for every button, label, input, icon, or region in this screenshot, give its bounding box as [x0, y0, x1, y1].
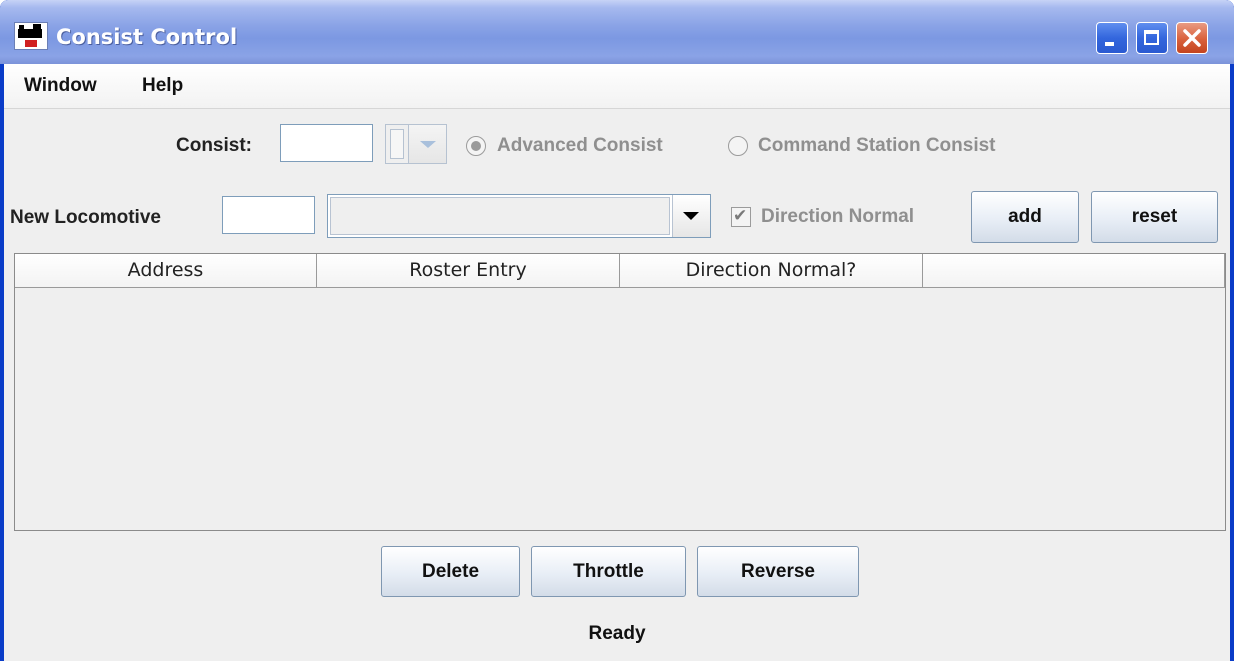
direction-normal-label: Direction Normal	[761, 206, 915, 227]
roster-dropdown-arrow[interactable]	[672, 195, 710, 237]
title-bar[interactable]: Consist Control	[0, 0, 1234, 64]
column-header-direction-normal[interactable]: Direction Normal?	[620, 254, 923, 287]
menu-bar: Window Help	[4, 64, 1230, 109]
menu-window[interactable]: Window	[24, 74, 97, 98]
consist-selector-arrow[interactable]	[408, 125, 446, 163]
command-station-consist-radio[interactable]	[728, 136, 748, 156]
menu-help[interactable]: Help	[142, 74, 183, 98]
new-locomotive-label: New Locomotive	[10, 207, 161, 228]
checkmark-icon: ✔	[733, 206, 748, 226]
command-station-consist-label: Command Station Consist	[758, 135, 996, 156]
consist-selector-dropdown[interactable]	[385, 124, 447, 164]
reset-button[interactable]: reset	[1091, 191, 1218, 243]
close-button[interactable]	[1176, 22, 1208, 54]
consist-selector-value	[390, 129, 404, 159]
direction-normal-checkbox[interactable]: ✔	[731, 206, 751, 227]
consist-label: Consist:	[176, 135, 252, 156]
consist-address-field[interactable]	[280, 124, 373, 162]
delete-button[interactable]: Delete	[381, 546, 520, 597]
add-button[interactable]: add	[971, 191, 1079, 243]
client-area: Window Help Consist: Advanced Consist Co…	[4, 64, 1230, 661]
maximize-icon	[1144, 30, 1159, 45]
table-body[interactable]	[15, 288, 1225, 530]
throttle-button[interactable]: Throttle	[531, 546, 686, 597]
advanced-consist-label: Advanced Consist	[497, 135, 663, 156]
roster-entry-dropdown[interactable]	[327, 194, 711, 238]
consist-control-window: Consist Control Window Help Consist: Adv…	[0, 0, 1234, 661]
column-header-address[interactable]: Address	[15, 254, 317, 287]
reverse-button[interactable]: Reverse	[697, 546, 859, 597]
app-locomotive-icon	[14, 22, 48, 50]
close-icon	[1183, 29, 1201, 47]
advanced-consist-radio[interactable]	[466, 136, 486, 156]
chevron-down-icon	[683, 212, 699, 220]
chevron-down-icon	[420, 141, 436, 148]
minimize-button[interactable]	[1096, 22, 1128, 54]
column-header-blank[interactable]	[923, 254, 1225, 287]
consist-table[interactable]: Address Roster Entry Direction Normal?	[14, 253, 1226, 531]
table-header: Address Roster Entry Direction Normal?	[15, 254, 1225, 288]
radio-selected-dot	[471, 141, 481, 151]
column-header-roster-entry[interactable]: Roster Entry	[317, 254, 620, 287]
minimize-icon	[1105, 42, 1114, 46]
roster-entry-value	[330, 197, 670, 235]
maximize-button[interactable]	[1136, 22, 1168, 54]
window-title: Consist Control	[56, 25, 238, 49]
status-text: Ready	[588, 623, 646, 644]
locomotive-address-field[interactable]	[222, 196, 315, 234]
